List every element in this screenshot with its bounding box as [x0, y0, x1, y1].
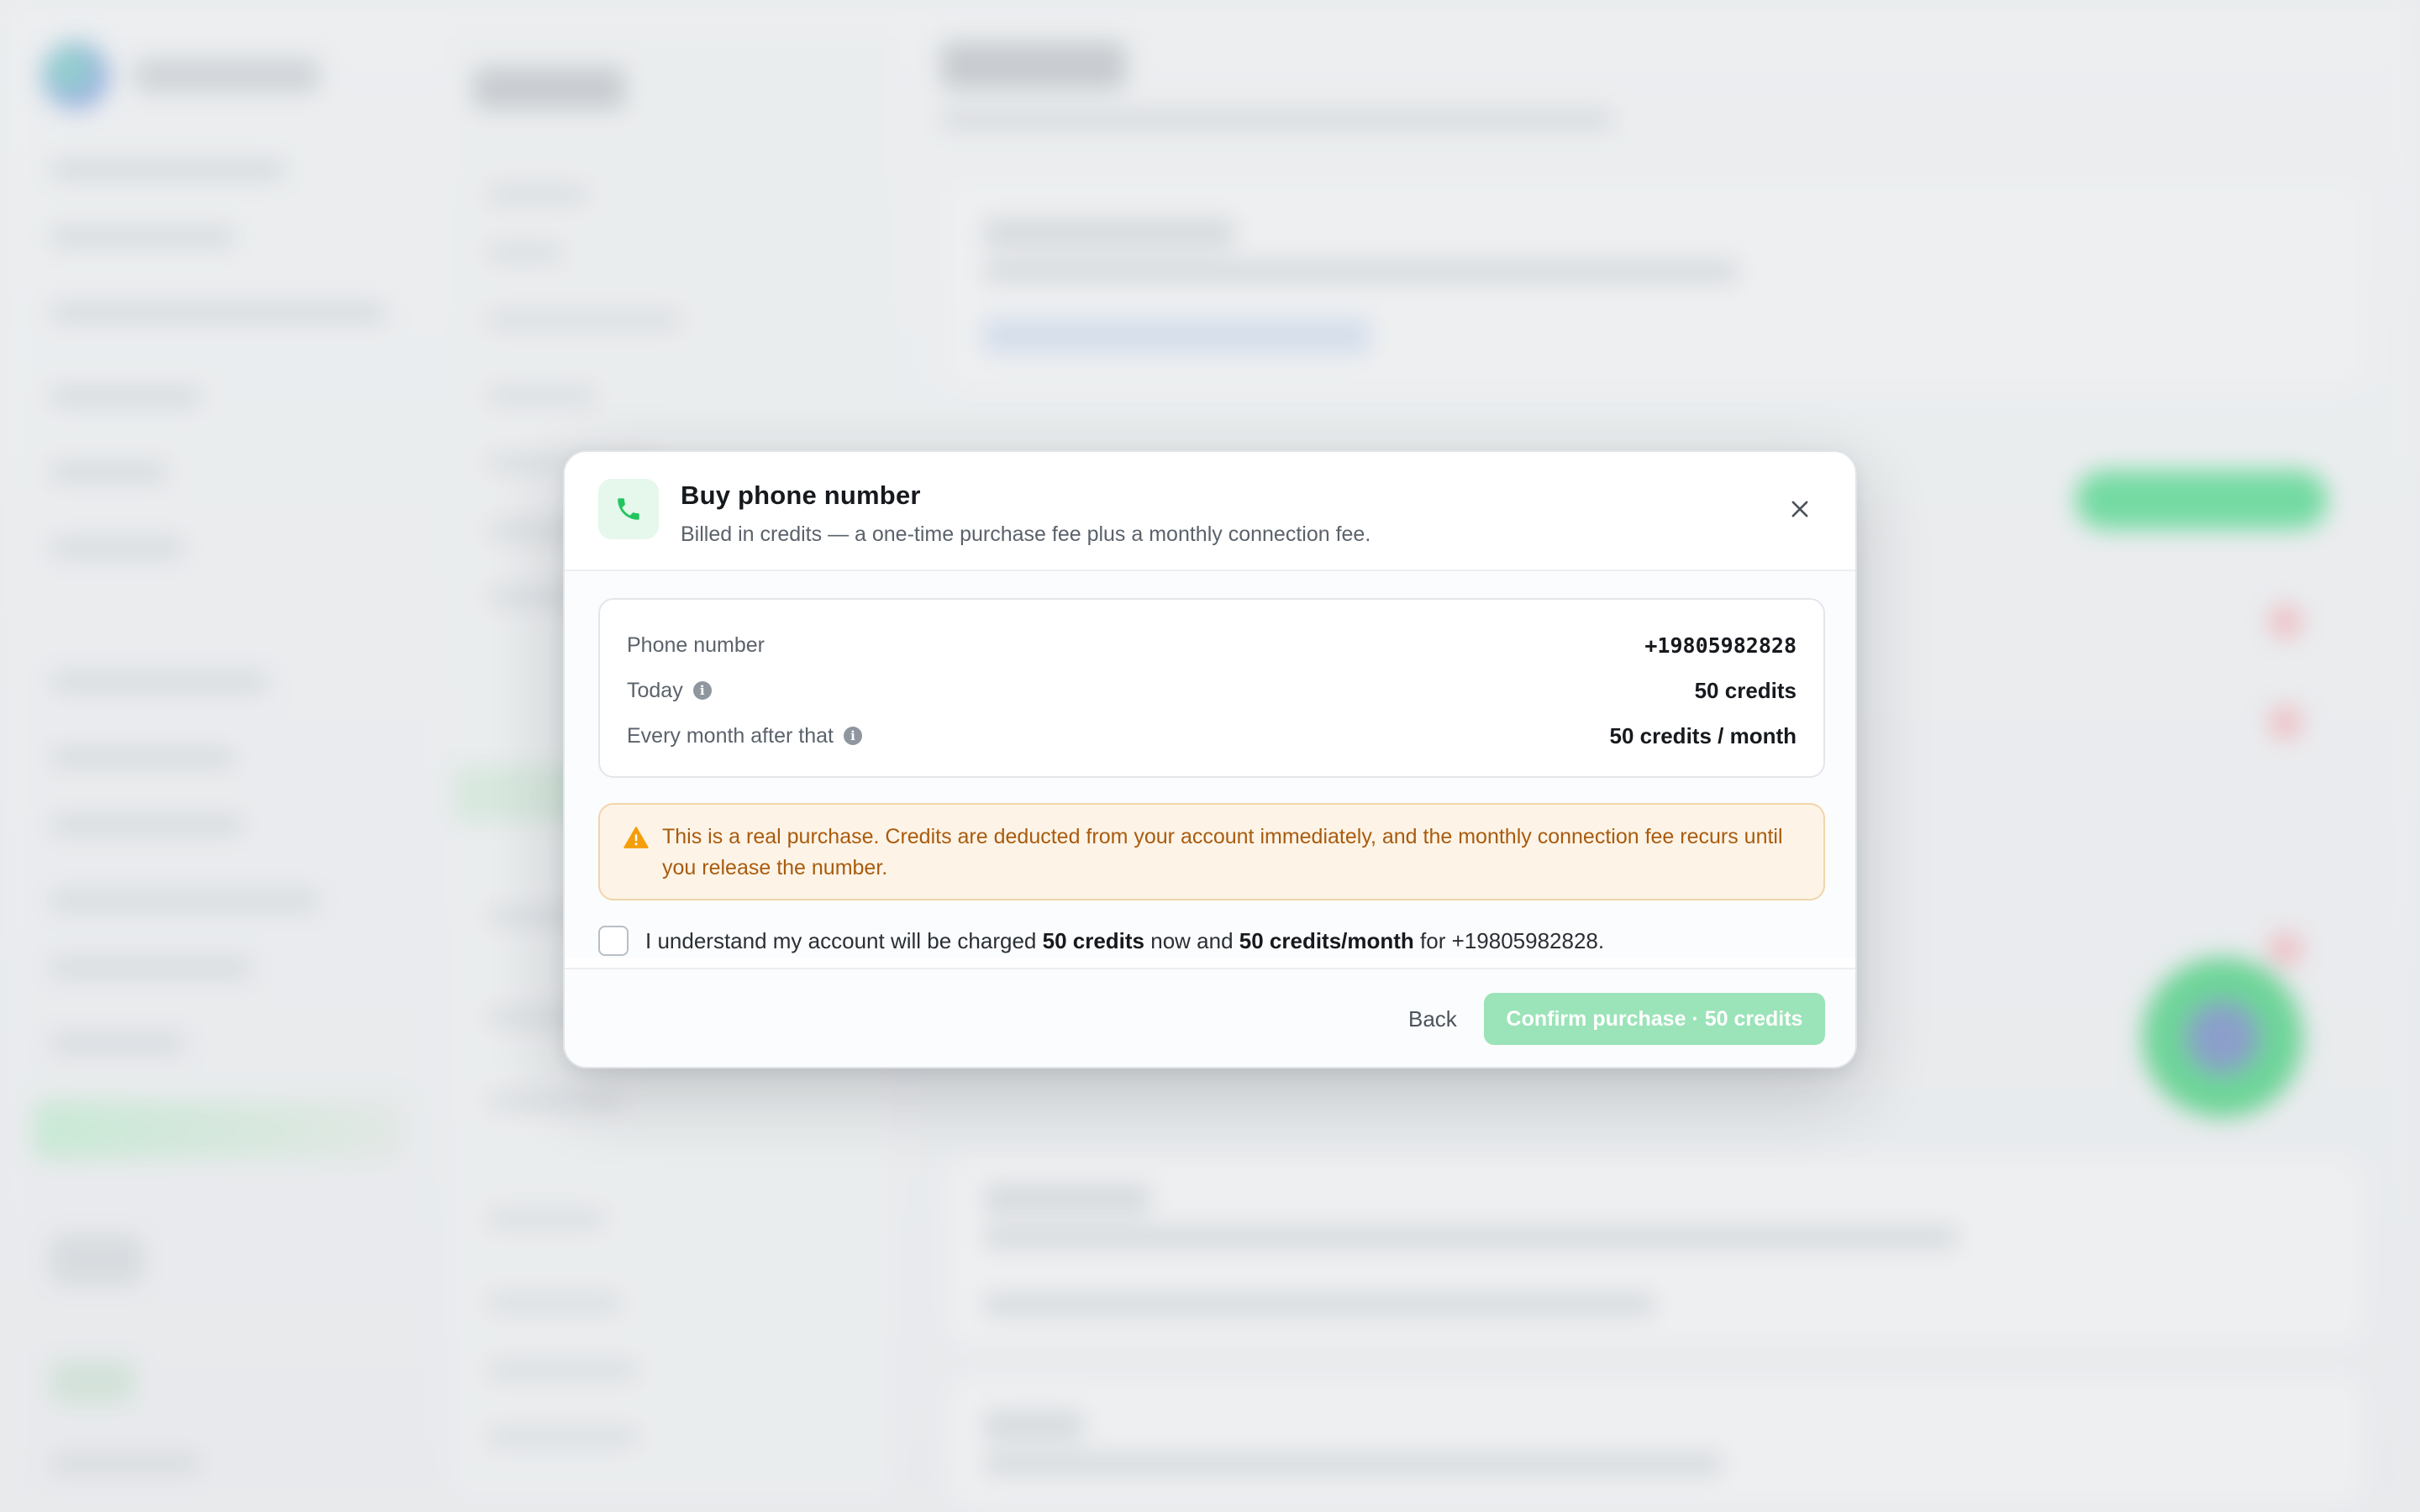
monthly-cost-value: 50 credits / month [1609, 722, 1797, 748]
dialog-body: Phone number +19805982828 Today i 50 cred… [565, 571, 1855, 958]
phone-number-value: +19805982828 [1644, 633, 1797, 658]
warning-icon [623, 827, 649, 848]
today-cost-value: 50 credits [1694, 677, 1797, 703]
back-button[interactable]: Back [1388, 993, 1477, 1045]
summary-row-phone-number: Phone number +19805982828 [627, 633, 1797, 658]
info-icon[interactable]: i [692, 681, 712, 700]
dialog-subtitle: Billed in credits — a one-time purchase … [681, 522, 1371, 546]
warning-text: This is a real purchase. Credits are ded… [662, 825, 1783, 879]
purchase-summary: Phone number +19805982828 Today i 50 cred… [598, 598, 1825, 778]
confirm-purchase-button[interactable]: Confirm purchase · 50 credits [1484, 993, 1825, 1045]
dialog-header: Buy phone number Billed in credits — a o… [565, 452, 1855, 571]
consent-row: I understand my account will be charged … [598, 924, 1604, 958]
phone-icon [598, 479, 659, 539]
info-icon[interactable]: i [843, 727, 862, 745]
real-purchase-warning: This is a real purchase. Credits are ded… [598, 803, 1825, 900]
buy-phone-number-dialog: Buy phone number Billed in credits — a o… [563, 450, 1857, 1068]
dialog-footer: Back Confirm purchase · 50 credits [565, 968, 1855, 1067]
summary-row-today: Today i 50 credits [627, 677, 1797, 703]
close-button[interactable] [1781, 491, 1818, 528]
dialog-title: Buy phone number [681, 480, 921, 510]
summary-row-monthly: Every month after that i 50 credits / mon… [627, 722, 1797, 748]
consent-checkbox[interactable] [598, 926, 629, 956]
close-icon [1791, 501, 1808, 517]
consent-label[interactable]: I understand my account will be charged … [645, 928, 1604, 954]
